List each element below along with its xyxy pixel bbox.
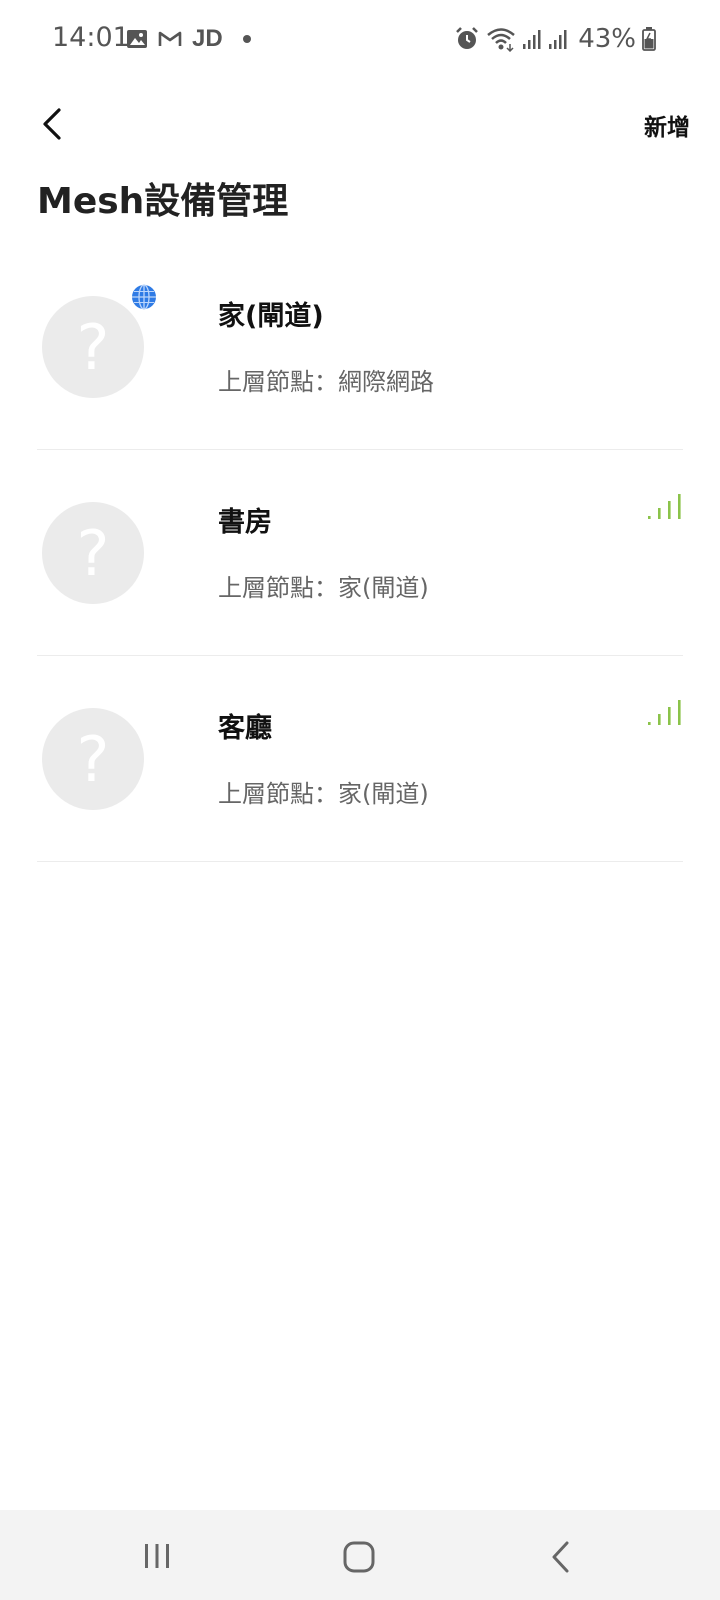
unknown-device-icon: ? bbox=[76, 517, 110, 590]
device-item-gateway[interactable]: ? 家(閘道) 上層節點：網際網路 bbox=[37, 244, 683, 450]
unknown-device-icon: ? bbox=[76, 723, 110, 796]
globe-icon bbox=[132, 284, 156, 310]
device-avatar: ? bbox=[42, 708, 144, 810]
device-parent-node: 上層節點：家(閘道) bbox=[218, 780, 429, 808]
device-item-living-room[interactable]: ? 客廳 上層節點：家(閘道) bbox=[37, 656, 683, 862]
status-time: 14:01 bbox=[52, 22, 130, 53]
device-avatar: ? bbox=[42, 296, 144, 398]
add-button[interactable]: 新增 bbox=[644, 108, 690, 142]
home-icon[interactable] bbox=[343, 1541, 375, 1573]
notification-icons: JD bbox=[126, 24, 251, 54]
dot-icon bbox=[242, 35, 251, 43]
device-parent-node: 上層節點：網際網路 bbox=[218, 368, 434, 396]
signal-strength-icon bbox=[648, 700, 681, 725]
device-list: ? 家(閘道) 上層節點：網際網路 ? 書房 上層節點：家(閘道) ? 客廳 上… bbox=[37, 244, 683, 862]
gallery-icon bbox=[127, 30, 147, 48]
wifi-icon bbox=[487, 28, 516, 52]
alarm-icon bbox=[456, 27, 479, 49]
signal-icon bbox=[549, 30, 567, 49]
device-name: 客廳 bbox=[218, 713, 272, 744]
device-avatar: ? bbox=[42, 502, 144, 604]
device-item-study[interactable]: ? 書房 上層節點：家(閘道) bbox=[37, 450, 683, 656]
system-icons: 43% bbox=[454, 22, 656, 56]
recents-icon[interactable] bbox=[143, 1542, 171, 1570]
unknown-device-icon: ? bbox=[76, 311, 110, 384]
battery-percent: 43% bbox=[578, 24, 636, 54]
gmail-icon bbox=[158, 31, 182, 46]
jd-icon: JD bbox=[192, 25, 223, 52]
page-title: Mesh設備管理 bbox=[37, 181, 289, 222]
status-bar: 14:01 JD 43% bbox=[0, 0, 720, 80]
back-button[interactable] bbox=[32, 102, 72, 146]
device-name: 書房 bbox=[218, 507, 272, 538]
signal-icon bbox=[523, 30, 541, 49]
device-parent-node: 上層節點：家(閘道) bbox=[218, 574, 429, 602]
system-nav-bar bbox=[0, 1510, 720, 1600]
device-name: 家(閘道) bbox=[218, 301, 324, 332]
battery-icon bbox=[642, 27, 656, 51]
signal-strength-icon bbox=[648, 494, 681, 519]
back-icon[interactable] bbox=[549, 1540, 571, 1574]
back-arrow-icon bbox=[43, 108, 61, 140]
